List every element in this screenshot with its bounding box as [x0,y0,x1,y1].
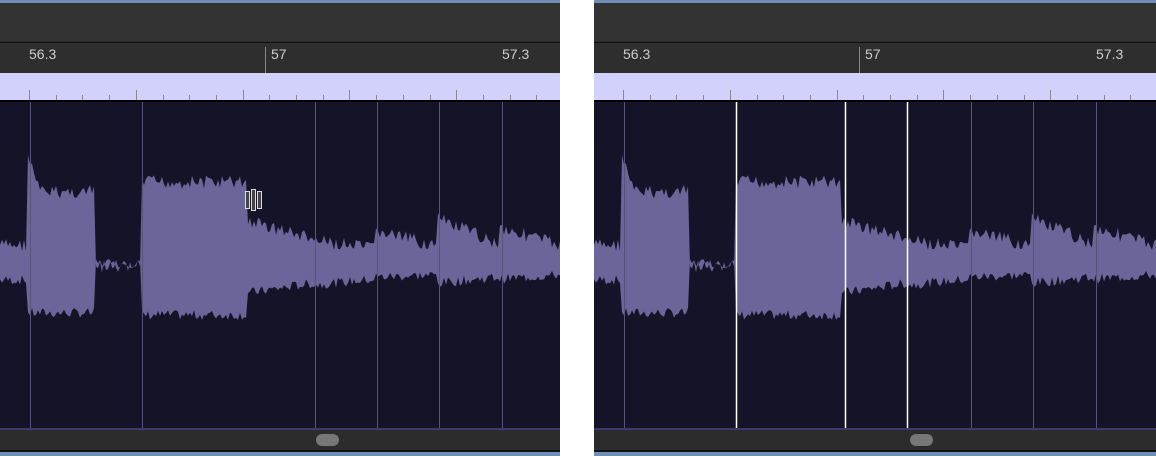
waveform-shape [0,154,560,320]
waveform [594,102,1156,428]
ruler-tick [729,90,731,100]
ruler-label: 57 [865,46,881,62]
ruler-label: 57.3 [502,46,530,62]
scroll-thumb[interactable] [316,434,339,446]
ruler-tick [676,95,678,100]
ruler-tick [916,95,918,100]
waveform-area[interactable] [0,102,560,430]
tick-strip [0,73,560,102]
header-bar [0,3,560,41]
ruler-tick [943,90,945,100]
waveform-area[interactable] [594,102,1156,430]
scroll-thumb[interactable] [910,434,933,446]
ruler-label: 56.3 [623,46,651,62]
ruler-tick [509,95,511,100]
tick-strip [594,73,1156,102]
ruler-tick [1130,95,1132,100]
ruler-tick [189,95,191,100]
ruler-tick [349,90,351,100]
ruler-tick [756,95,758,100]
ruler-tick [296,95,297,100]
ruler-tick [890,95,891,100]
ruler-tick [836,90,838,100]
ruler-label: 56.3 [29,46,57,62]
transient-marker-cursor-icon [245,189,263,211]
ruler-tick [809,95,811,100]
ruler-tick [376,95,378,100]
ruler-tick [649,95,651,100]
horizontal-scrollbar[interactable] [0,430,560,452]
ruler-tick [29,90,30,100]
ruler-tick [215,95,217,100]
bottom-border [594,452,1156,456]
ruler-tick [970,95,972,100]
ruler-tick [536,95,538,100]
ruler-tick [269,95,271,100]
waveform-shape [594,154,1156,320]
header-bar [594,3,1156,41]
ruler-tick [783,95,785,100]
waveform [0,102,560,428]
time-ruler[interactable]: 56.3 57 57.3 [594,42,1156,107]
ruler-tick [135,90,137,100]
ruler-tick [82,95,84,100]
ruler-tick [623,90,624,100]
ruler-label: 57.3 [1096,46,1124,62]
ruler-tick [482,95,484,100]
editor-after: 56.3 57 57.3 [594,0,1156,456]
ruler-tick [402,95,404,100]
ruler-tick [429,95,431,100]
ruler-tick [162,95,164,100]
ruler-tick [703,95,705,100]
ruler-tick [109,95,111,100]
ruler-tick [456,90,458,100]
editor-before: 56.3 57 57.3 [0,0,560,456]
ruler-tick [1103,95,1105,100]
horizontal-scrollbar[interactable] [594,430,1156,452]
ruler-tick [1076,95,1078,100]
ruler-tick [242,90,244,100]
ruler-tick [996,95,998,100]
ruler-label: 57 [271,46,287,62]
ruler-tick [322,95,324,100]
ruler-tick [863,95,865,100]
ruler-tick [1050,90,1052,100]
bottom-border [0,452,560,456]
time-ruler[interactable]: 56.3 57 57.3 [0,42,560,107]
ruler-tick [55,95,57,100]
ruler-tick [1023,95,1025,100]
